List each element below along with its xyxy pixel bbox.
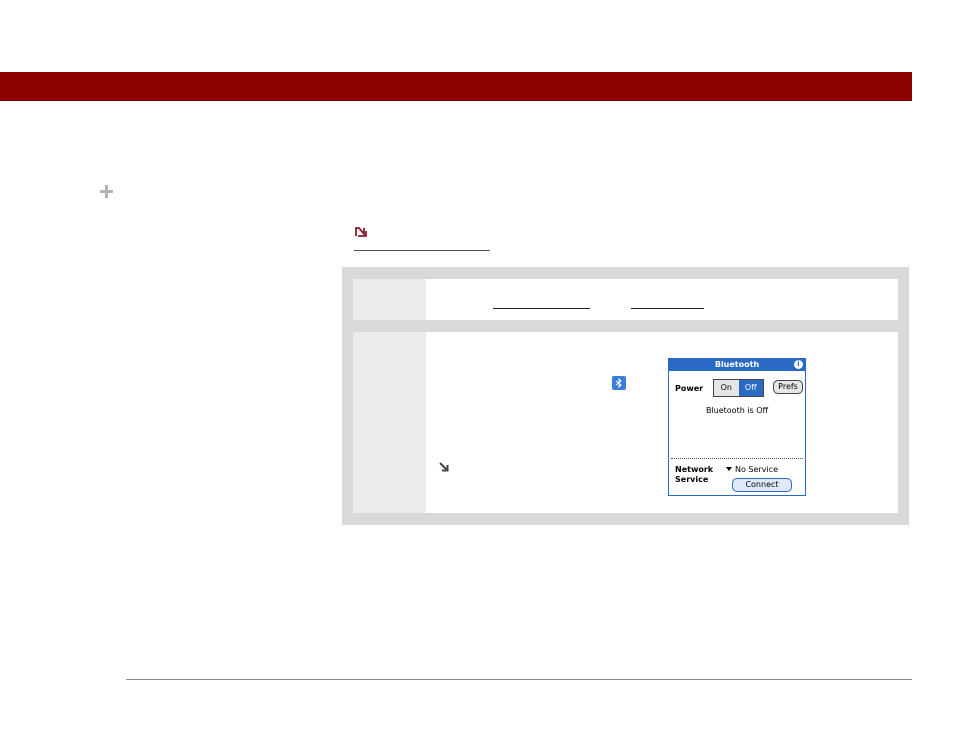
power-on-button[interactable]: On — [714, 380, 739, 396]
service-value: No Service — [735, 465, 778, 474]
network-label-line-1: Network — [675, 465, 714, 474]
step-row-2: Bluetooth i Power On Off Prefs Bluetooth… — [353, 332, 898, 513]
footer-rule — [126, 679, 912, 680]
info-icon[interactable]: i — [794, 360, 803, 369]
network-label-line-2: Service — [675, 475, 709, 484]
power-label: Power — [675, 384, 704, 393]
prefs-button[interactable]: Prefs — [773, 380, 803, 394]
step-1-link-1[interactable] — [493, 308, 590, 309]
step-row-1 — [353, 279, 898, 320]
plus-icon[interactable] — [100, 185, 113, 198]
steps-panel: Bluetooth i Power On Off Prefs Bluetooth… — [342, 267, 909, 525]
power-toggle[interactable]: On Off — [713, 379, 764, 397]
step-number-cell — [353, 279, 426, 320]
note-link-underline[interactable] — [354, 250, 490, 251]
device-title-text: Bluetooth — [714, 360, 760, 369]
network-service-select[interactable]: No Service — [726, 465, 778, 474]
connect-button[interactable]: Connect — [732, 478, 792, 492]
bluetooth-device-screen: Bluetooth i Power On Off Prefs Bluetooth… — [668, 358, 806, 496]
step-1-link-2[interactable] — [631, 308, 704, 309]
bluetooth-icon — [612, 376, 626, 390]
network-service-label: Network Service — [675, 465, 713, 485]
divider — [671, 458, 803, 459]
step-number-cell — [353, 332, 426, 513]
device-title: Bluetooth i — [669, 359, 805, 371]
bluetooth-status: Bluetooth is Off — [705, 406, 769, 415]
power-off-button[interactable]: Off — [738, 380, 763, 396]
note-icon — [354, 224, 368, 238]
header-bar — [0, 72, 912, 101]
arrow-down-right-icon — [438, 458, 450, 472]
dropdown-triangle-icon — [726, 467, 732, 471]
